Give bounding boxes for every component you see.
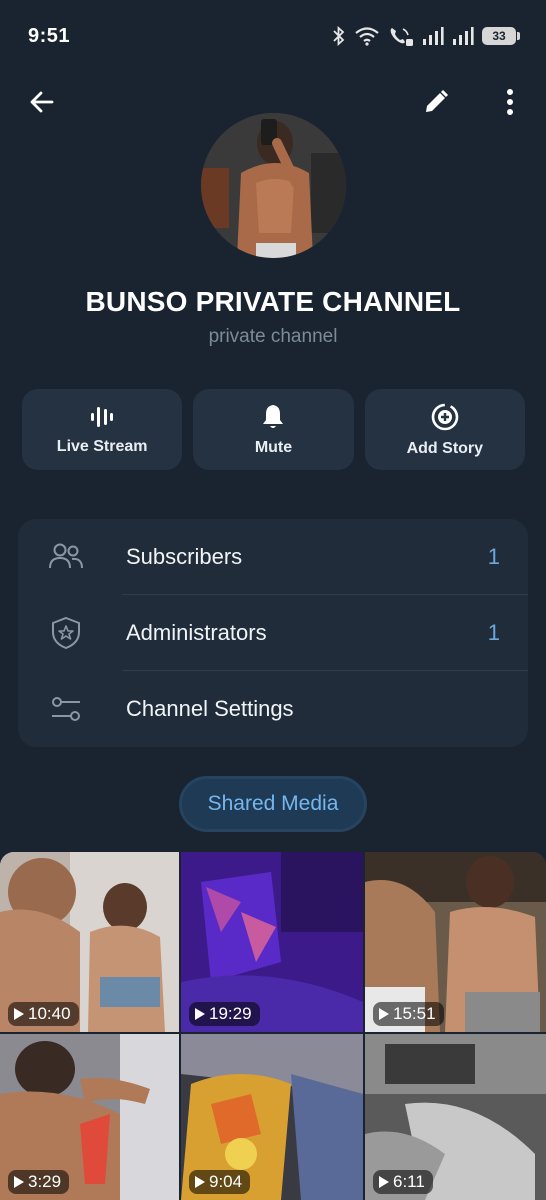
video-duration: 15:51 (393, 1004, 436, 1023)
play-icon (379, 1176, 389, 1188)
play-icon (14, 1008, 24, 1020)
media-thumbnail[interactable]: 6:11 (365, 1034, 546, 1200)
more-options-button[interactable] (486, 78, 534, 126)
play-icon (379, 1008, 389, 1020)
subscribers-count: 1 (487, 544, 500, 569)
video-duration-badge: 3:29 (8, 1170, 70, 1194)
administrators-label: Administrators (126, 620, 267, 645)
wifi-icon (355, 27, 379, 46)
menu-item-administrators[interactable]: Administrators 1 (18, 595, 528, 671)
bluetooth-icon (333, 26, 345, 46)
settings-sliders-icon (48, 691, 84, 727)
video-duration-badge: 19:29 (189, 1002, 260, 1026)
video-duration: 9:04 (209, 1172, 243, 1191)
status-time: 9:51 (28, 24, 71, 47)
mute-button[interactable]: Mute (193, 389, 354, 470)
shield-star-icon (48, 615, 84, 651)
media-thumbnail[interactable]: 9:04 (181, 1034, 363, 1200)
shared-media-tab[interactable]: Shared Media (179, 776, 367, 832)
add-story-label: Add Story (406, 439, 484, 457)
menu-item-subscribers[interactable]: Subscribers 1 (18, 519, 528, 595)
media-thumbnail[interactable]: 3:29 (0, 1034, 179, 1200)
menu-item-channel-settings[interactable]: Channel Settings (18, 671, 528, 747)
live-stream-icon (91, 406, 114, 427)
battery-icon: 33 (482, 27, 520, 45)
media-thumbnail[interactable]: 10:40 (0, 852, 179, 1032)
channel-subtitle: private channel (208, 326, 338, 347)
edit-button[interactable] (412, 78, 460, 126)
pencil-icon (426, 89, 449, 112)
avatar-photo (201, 113, 346, 258)
status-bar: 9:51 33 (0, 0, 546, 72)
channel-menu: Subscribers 1 Administrators 1 Channel S… (18, 519, 528, 747)
video-duration: 6:11 (393, 1172, 425, 1191)
add-story-icon (431, 403, 459, 430)
video-duration: 10:40 (28, 1004, 71, 1023)
media-thumbnail[interactable]: 19:29 (181, 852, 363, 1032)
bell-icon (263, 404, 284, 428)
mute-label: Mute (254, 438, 293, 456)
arrow-left-icon (30, 91, 54, 113)
video-duration-badge: 10:40 (8, 1002, 79, 1026)
channel-settings-label: Channel Settings (126, 696, 294, 721)
people-icon (48, 539, 84, 575)
channel-title: BUNSO PRIVATE CHANNEL (85, 286, 461, 317)
more-vertical-icon (507, 89, 513, 115)
administrators-count: 1 (487, 620, 500, 645)
video-duration: 3:29 (28, 1172, 62, 1191)
signal-icon (423, 27, 444, 45)
channel-avatar[interactable] (201, 113, 346, 258)
video-duration-badge: 9:04 (189, 1170, 251, 1194)
video-duration-badge: 15:51 (373, 1002, 444, 1026)
video-duration-badge: 6:11 (373, 1170, 433, 1194)
media-grid: 10:40 19:29 15:51 3:29 9:04 6:11 (0, 852, 546, 1200)
back-button[interactable] (18, 78, 66, 126)
video-duration: 19:29 (209, 1004, 252, 1023)
live-stream-label: Live Stream (56, 437, 148, 455)
media-thumbnail[interactable]: 15:51 (365, 852, 546, 1032)
wifi-calling-icon (390, 28, 413, 46)
play-icon (195, 1008, 205, 1020)
play-icon (195, 1176, 205, 1188)
play-icon (14, 1176, 24, 1188)
action-buttons: Live Stream Mute Add Story (22, 389, 525, 470)
subscribers-label: Subscribers (126, 544, 243, 569)
live-stream-button[interactable]: Live Stream (22, 389, 183, 470)
signal-icon-2 (453, 27, 474, 45)
add-story-button[interactable]: Add Story (364, 389, 525, 470)
status-icons: 33 (332, 25, 520, 47)
